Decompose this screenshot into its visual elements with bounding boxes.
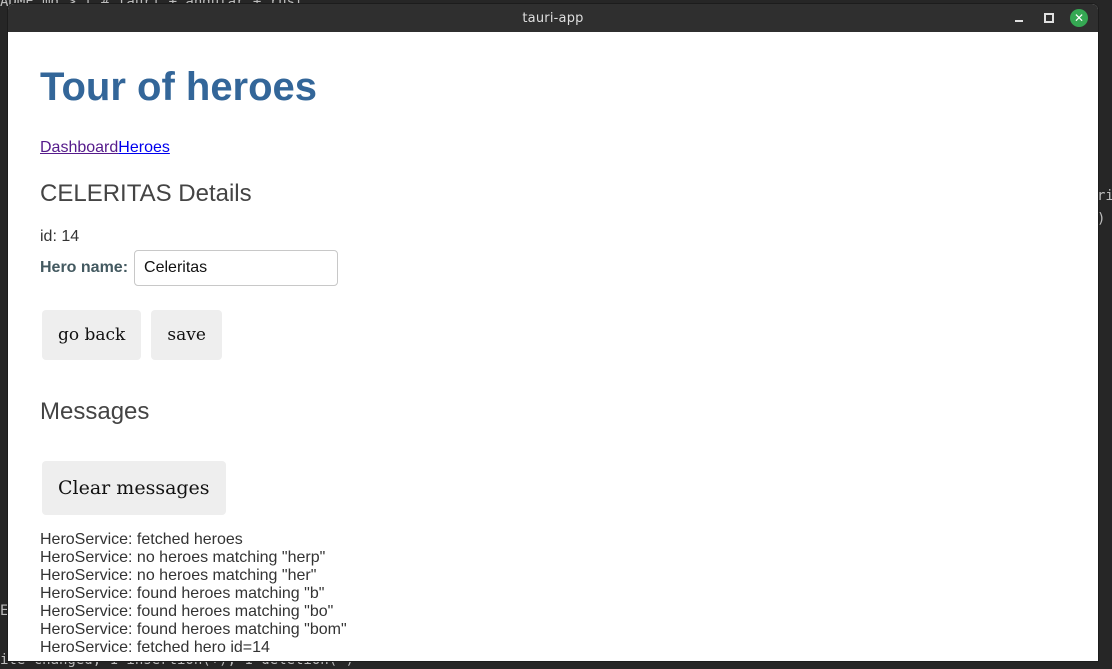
clear-messages-button[interactable]: Clear messages (42, 461, 226, 515)
main-nav: DashboardHeroes (40, 138, 1066, 158)
window-controls: ✕ (1010, 4, 1088, 32)
list-item: HeroService: no heroes matching "herp" (40, 549, 326, 566)
detail-actions: go back save (40, 310, 1066, 360)
close-icon: ✕ (1070, 9, 1088, 27)
hero-name-label: Hero name: (40, 259, 129, 276)
hero-detail-heading: CELERITAS Details (40, 180, 252, 207)
terminal-text-right-1: ri (1097, 188, 1112, 204)
hero-id: id: 14 (40, 228, 80, 245)
nav-link-heroes[interactable]: Heroes (118, 139, 170, 156)
save-button[interactable]: save (151, 310, 222, 360)
maximize-icon[interactable] (1040, 9, 1058, 27)
list-item: HeroService: no heroes matching "her" (40, 567, 317, 584)
close-button[interactable]: ✕ (1070, 9, 1088, 27)
window-title: tauri-app (522, 10, 584, 26)
app-window: tauri-app ✕ Tour of heroes DashboardHero… (8, 4, 1098, 661)
go-back-button[interactable]: go back (42, 310, 142, 360)
terminal-text-right-2: ) (1097, 211, 1106, 227)
list-item: HeroService: found heroes matching "b" (40, 585, 325, 602)
list-item: HeroService: fetched hero id=14 (40, 639, 270, 656)
list-item: HeroService: found heroes matching "bom" (40, 621, 347, 638)
app-content: Tour of heroes DashboardHeroes CELERITAS… (8, 32, 1098, 657)
page-title: Tour of heroes (40, 65, 318, 109)
hero-name-row: Hero name: (40, 250, 1066, 286)
hero-name-input[interactable] (134, 250, 339, 286)
list-item: HeroService: found heroes matching "bo" (40, 603, 334, 620)
nav-link-dashboard[interactable]: Dashboard (40, 139, 118, 156)
messages-heading: Messages (40, 398, 150, 425)
messages-list: HeroService: fetched heroes HeroService:… (40, 531, 1066, 657)
window-titlebar[interactable]: tauri-app ✕ (8, 4, 1098, 32)
list-item: HeroService: fetched heroes (40, 531, 243, 548)
minimize-icon[interactable] (1010, 9, 1028, 27)
